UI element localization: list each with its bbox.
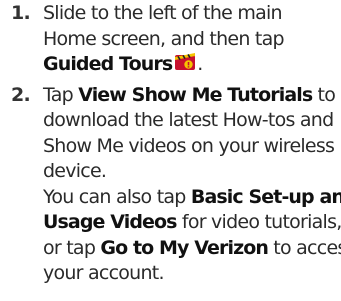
step-text: Home screen, and then tap [43,27,285,50]
step-text: or tap [43,236,101,259]
view-show-me-tutorials-label: View Show Me Tutorials [78,83,313,106]
step-text: Show Me videos on your wireless [43,134,335,157]
step-line: download the latest How-tos and [43,108,341,134]
step-number: 1. [11,2,31,24]
go-to-my-verizon-label: Go to My Verizon [100,236,269,259]
step-2: 2. Tap View Show Me Tutorials to downloa… [0,83,341,287]
step-line: your account. [43,261,341,287]
usage-videos-label: Usage Videos [43,211,177,233]
step-line: Guided Tours. [43,52,341,78]
step-text: Slide to the left of the main [43,2,283,24]
basic-setup-label: Basic Set-up and [190,185,341,208]
step-text: download the latest How-tos and [43,109,334,131]
step-text: your account. [43,262,164,284]
step-line: device. [43,159,341,185]
step-text: Tap [43,83,79,106]
step-number: 2. [11,83,31,106]
step-text: for video tutorials, [176,211,341,233]
guided-tours-icon [175,53,196,70]
step-text: to [312,83,336,106]
step-text: . [197,53,203,75]
step-line: Slide to the left of the main [43,1,341,27]
step-line: Tap View Show Me Tutorials to [43,83,341,109]
step-1: 1. Slide to the left of the main Home sc… [0,1,341,78]
step-text: You can also tap [43,185,191,208]
step-line: Show Me videos on your wireless [43,134,341,160]
step-text: device. [43,160,107,182]
step-text: to access [273,236,341,259]
step-line: or tap Go to My Verizon to access [43,236,341,262]
step-line: You can also tap Basic Set-up and [43,185,341,211]
guided-tours-label: Guided Tours [43,53,173,75]
step-line: Usage Videos for video tutorials, [43,210,341,236]
step-line: Home screen, and then tap [43,27,341,53]
instruction-steps: 1. Slide to the left of the main Home sc… [0,1,341,292]
